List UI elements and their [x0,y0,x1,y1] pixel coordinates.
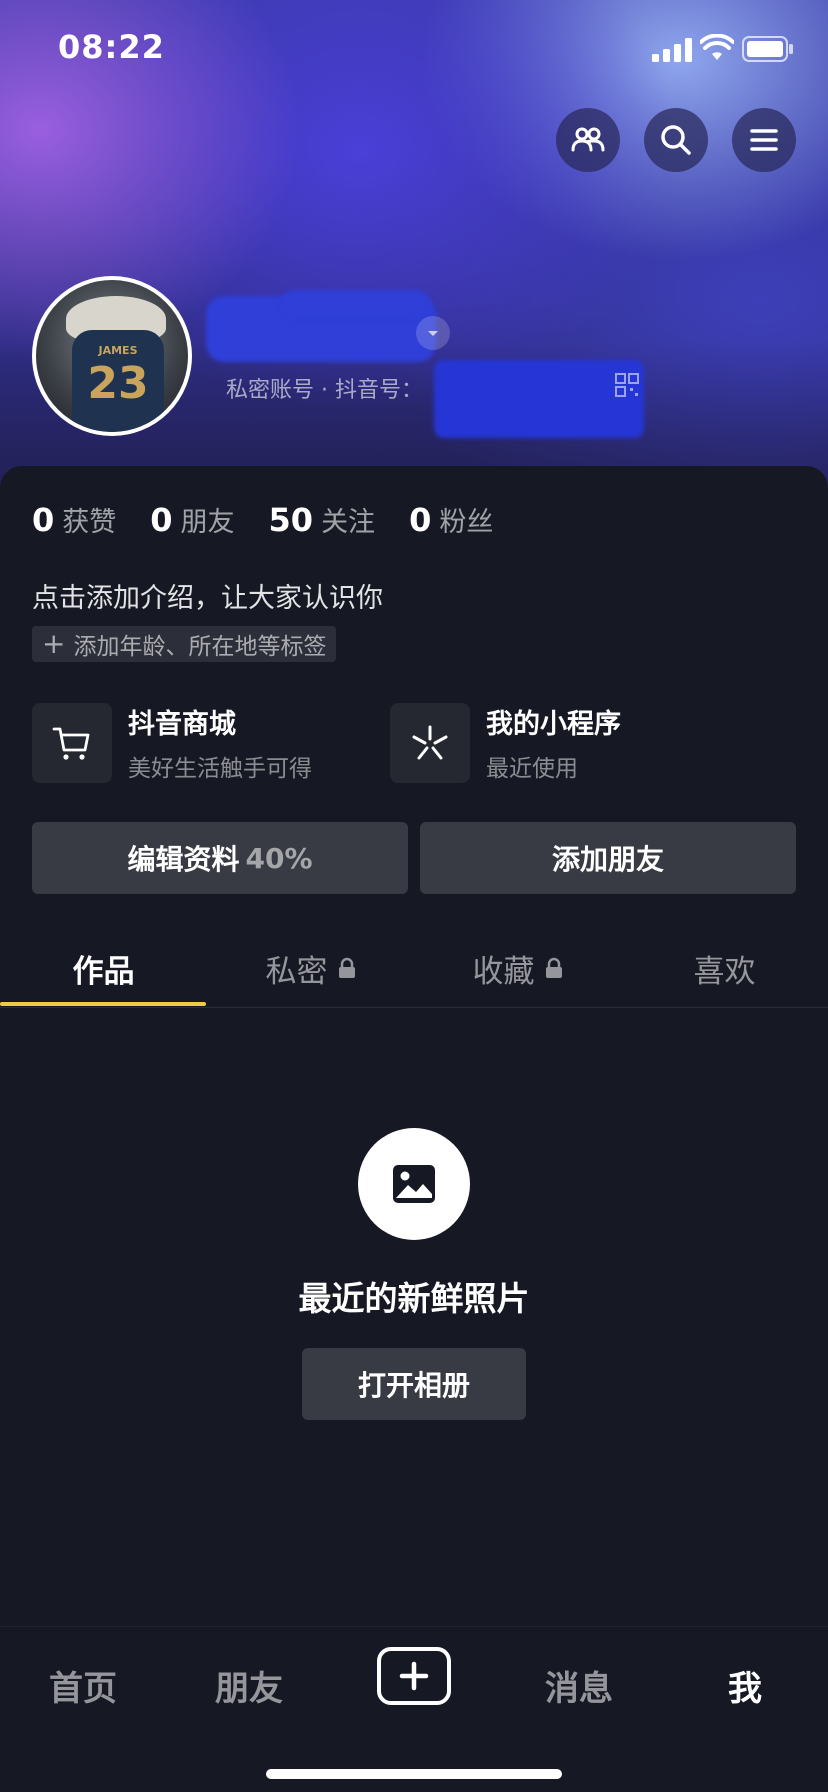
add-friends-label: 添加朋友 [551,843,664,876]
tab-favorites[interactable]: 收藏 [414,928,621,1008]
plus-icon [399,1661,429,1691]
lock-icon [545,957,562,978]
profile-panel: 0 获赞 0 朋友 50 关注 0 粉丝 点击添加介绍，让大家认识你 + 添加年… [0,466,828,1626]
stat-number: 0 [150,501,173,539]
tab-private[interactable]: 私密 [207,928,414,1008]
cart-icon-box [32,702,112,783]
bio-prompt[interactable]: 点击添加介绍，让大家认识你 [32,576,383,615]
account-id-line: 私密账号 · 抖音号： [226,378,423,403]
status-time: 08:22 [58,28,165,66]
signal-icon [652,38,692,62]
stat-number: 0 [409,501,432,539]
hamburger-menu-icon [750,129,778,151]
account-id-redacted [434,360,644,438]
tab-likes[interactable]: 喜欢 [621,928,828,1008]
nav-home[interactable]: 首页 [0,1661,166,1710]
empty-state-title: 最近的新鲜照片 [298,1279,530,1318]
create-post-button[interactable] [377,1647,451,1705]
nav-messages[interactable]: 消息 [496,1661,662,1710]
search-button[interactable] [644,108,708,172]
stat-following[interactable]: 50 关注 [269,500,376,539]
open-album-label: 打开相册 [357,1369,470,1402]
empty-state-icon-circle [358,1128,470,1240]
stat-label: 获赞 [62,507,117,538]
wifi-icon [700,34,734,60]
nav-friends[interactable]: 朋友 [166,1661,332,1710]
tab-label: 私密 [265,953,328,990]
stat-number: 50 [268,501,314,539]
stat-number: 0 [32,501,55,539]
plus-icon: + [42,627,66,660]
jersey-number: 23 [87,358,149,409]
jersey-name: JAMES [98,344,138,357]
people-icon [571,127,605,152]
bottom-nav: 首页 朋友 消息 我 [0,1626,828,1792]
tab-label: 喜欢 [693,953,756,990]
stat-followers[interactable]: 0 粉丝 [409,500,493,539]
mini-program-icon [412,725,448,759]
nav-label: 朋友 [215,1669,283,1709]
feature-title: 我的小程序 [486,709,621,740]
cart-icon [52,727,90,760]
douyin-mall-entry[interactable]: 抖音商城 美好生活触手可得 [32,702,312,783]
account-switch-button[interactable] [416,316,450,350]
profile-tabs: 作品 私密 收藏 喜欢 [0,928,828,1008]
mini-programs-entry[interactable]: 我的小程序 最近使用 [390,702,621,783]
avatar[interactable]: JAMES 23 [32,276,192,436]
stats-row: 0 获赞 0 朋友 50 关注 0 粉丝 [32,500,527,539]
lock-icon [338,957,355,978]
nav-me[interactable]: 我 [662,1661,828,1710]
profile-completion-percent: 40% [245,841,313,875]
chevron-down-icon [428,331,438,336]
active-tab-indicator [0,1002,206,1006]
mini-program-icon-box [390,702,470,783]
stat-friends[interactable]: 0 朋友 [150,500,234,539]
open-album-button[interactable]: 打开相册 [302,1348,526,1420]
stat-label: 朋友 [180,507,235,538]
add-tags-chip[interactable]: + 添加年龄、所在地等标签 [32,626,337,662]
battery-icon [742,36,793,62]
tab-label: 收藏 [472,953,535,990]
stat-label: 粉丝 [439,507,494,538]
menu-button[interactable] [732,108,796,172]
stat-label: 关注 [321,507,376,538]
feature-subtitle: 美好生活触手可得 [128,756,312,782]
nav-label: 消息 [545,1669,613,1709]
tab-works[interactable]: 作品 [0,928,207,1008]
feature-title: 抖音商城 [128,709,236,740]
friends-button[interactable] [556,108,620,172]
edit-profile-label: 编辑资料 [127,843,240,876]
username-redacted-part [280,290,430,320]
feature-subtitle: 最近使用 [486,756,578,782]
nav-label: 首页 [49,1669,117,1709]
status-bar: 08:22 [0,0,828,100]
edit-profile-button[interactable]: 编辑资料 40% [32,822,408,894]
home-indicator [266,1769,562,1779]
search-icon [661,125,691,155]
avatar-jersey: JAMES 23 [72,330,164,432]
stat-likes[interactable]: 0 获赞 [32,500,116,539]
add-tags-label: 添加年龄、所在地等标签 [73,634,327,660]
add-friends-button[interactable]: 添加朋友 [420,822,796,894]
nav-label: 我 [728,1669,762,1709]
qr-code-icon[interactable] [614,372,640,398]
tab-label: 作品 [72,953,135,990]
image-icon [393,1165,435,1203]
